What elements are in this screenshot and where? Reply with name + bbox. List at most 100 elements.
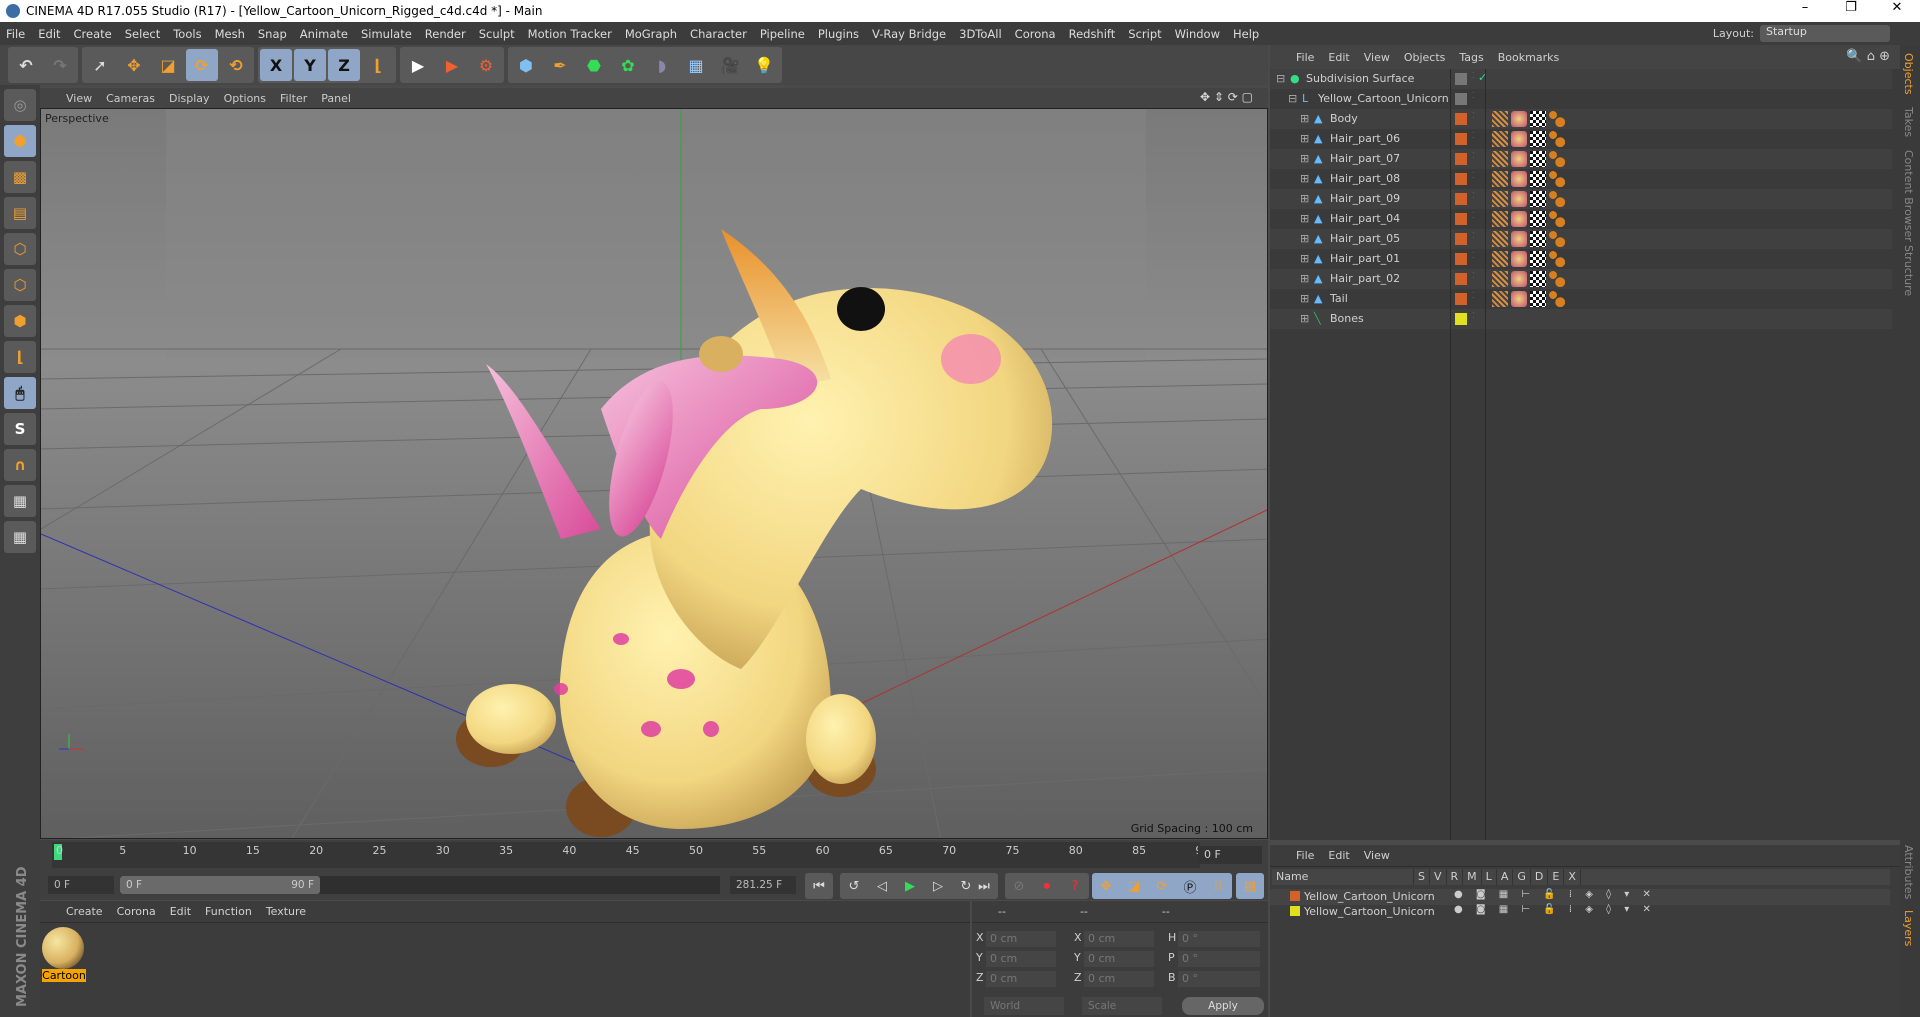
object-row[interactable]: ⊞ ▲ Hair_part_05 ⁚ <box>1270 229 1892 249</box>
select-tool-button[interactable]: ➚ <box>84 49 116 81</box>
y-axis-button[interactable]: Y <box>294 49 326 81</box>
key-position-button[interactable]: ✥ <box>1093 874 1119 898</box>
planar-workplane-button[interactable]: ▦ <box>4 521 36 553</box>
layer-flag-icons[interactable]: ● ◙ ▦ ⊢ 🔓 ⁞ ◈ ◊ ▾ ✕ <box>1454 889 1656 900</box>
expand-toggle-icon[interactable]: ⊞ <box>1300 152 1309 165</box>
phong-tag-icon[interactable] <box>1492 131 1508 147</box>
visibility-dots-icon[interactable]: ⁚ <box>1472 71 1475 80</box>
model-mode-button[interactable]: ⬢ <box>4 125 36 157</box>
size-field[interactable]: 0 cm <box>1084 951 1154 967</box>
viewport-nav-icons[interactable]: ✥ ⇕ ⟳ ▢ <box>1200 90 1253 104</box>
material-tag-icon[interactable] <box>1511 151 1527 167</box>
phong-tag-icon[interactable] <box>1492 251 1508 267</box>
uvw-tag-icon[interactable] <box>1530 191 1546 207</box>
visibility-dots-icon[interactable]: ⁚ <box>1472 171 1475 180</box>
material-tag-icon[interactable] <box>1511 171 1527 187</box>
go-to-end-button[interactable]: ⏭ <box>971 874 997 898</box>
position-field[interactable]: 0 cm <box>986 931 1056 947</box>
layer-row[interactable]: Yellow_Cartoon_Unicorn ● ◙ ▦ ⊢ 🔓 ⁞ ◈ ◊ ▾ … <box>1270 904 1890 920</box>
phong-tag-icon[interactable] <box>1492 171 1508 187</box>
object-row[interactable]: ⊞ ▲ Hair_part_09 ⁚ <box>1270 189 1892 209</box>
phong-tag-icon[interactable] <box>1492 151 1508 167</box>
object-name[interactable]: Hair_part_01 <box>1330 252 1400 265</box>
keyframe-selection-button[interactable]: ? <box>1062 874 1088 898</box>
object-row[interactable]: ⊞ ▲ Hair_part_07 ⁚ <box>1270 149 1892 169</box>
tweak-mode-button[interactable]: 🖱 <box>4 377 36 409</box>
key-parameter-button[interactable]: Ⓟ <box>1177 874 1203 898</box>
weight-tag-icon[interactable] <box>1549 231 1565 247</box>
deformer-button[interactable]: ◗ <box>646 49 678 81</box>
material-tag-icon[interactable] <box>1511 191 1527 207</box>
weight-tag-icon[interactable] <box>1549 111 1565 127</box>
expand-toggle-icon[interactable]: ⊞ <box>1300 232 1309 245</box>
redo-button[interactable]: ↷ <box>44 49 76 81</box>
object-menu-tags[interactable]: Tags <box>1459 51 1483 64</box>
visibility-dots-icon[interactable]: ⁚ <box>1472 191 1475 200</box>
material-tag-icon[interactable] <box>1511 131 1527 147</box>
layer-color-swatch[interactable] <box>1455 193 1467 205</box>
material-tag-icon[interactable] <box>1511 211 1527 227</box>
rotation-field[interactable]: 0 ° <box>1178 951 1260 967</box>
solo-button[interactable]: S <box>4 413 36 445</box>
layer-column-g[interactable]: G <box>1513 869 1531 885</box>
frame-range-slider[interactable]: 0 F 90 F <box>120 876 720 894</box>
menu-animate[interactable]: Animate <box>300 27 348 41</box>
autokey-button[interactable]: ⏺ <box>1034 874 1060 898</box>
object-name[interactable]: Tail <box>1330 292 1348 305</box>
object-name[interactable]: Subdivision Surface <box>1306 72 1414 85</box>
record-disabled-button[interactable]: ⊘ <box>1006 874 1032 898</box>
camera-button[interactable]: 🎥 <box>714 49 746 81</box>
axis-mode-button[interactable]: ⌊ <box>4 341 36 373</box>
go-to-previous-key-button[interactable]: ↺ <box>841 874 867 898</box>
layer-name[interactable]: Yellow_Cartoon_Unicorn <box>1304 905 1435 918</box>
material-cartoon[interactable]: Cartoon <box>42 927 86 982</box>
phong-tag-icon[interactable] <box>1492 111 1508 127</box>
material-menu-edit[interactable]: Edit <box>170 905 191 918</box>
viewport-menu-view[interactable]: View <box>66 92 92 105</box>
object-name[interactable]: Hair_part_08 <box>1330 172 1400 185</box>
points-mode-button[interactable]: ⬡ <box>4 233 36 265</box>
make-editable-button[interactable]: ◎ <box>4 89 36 121</box>
layer-column-s[interactable]: S <box>1414 869 1430 885</box>
layer-color-swatch[interactable] <box>1290 906 1300 916</box>
viewport-menu-options[interactable]: Options <box>224 92 266 105</box>
object-row[interactable]: ⊞ ▲ Hair_part_06 ⁚ <box>1270 129 1892 149</box>
material-menu-texture[interactable]: Texture <box>266 905 306 918</box>
previous-frame-button[interactable]: ◁ <box>869 874 895 898</box>
timeline-ruler[interactable]: 051015202530354045505560657075808590 <box>52 842 1209 868</box>
coordinate-system-button[interactable]: ⌊ <box>362 49 394 81</box>
object-name[interactable]: Hair_part_02 <box>1330 272 1400 285</box>
layer-column-m[interactable]: M <box>1463 869 1482 885</box>
current-frame-field[interactable]: 0 F <box>1198 846 1262 864</box>
phong-tag-icon[interactable] <box>1492 271 1508 287</box>
object-row[interactable]: ⊞ ▲ Hair_part_02 ⁚ <box>1270 269 1892 289</box>
scale-tool-button[interactable]: ◪ <box>152 49 184 81</box>
tab-takes[interactable]: Takes <box>1902 107 1915 137</box>
uvw-tag-icon[interactable] <box>1530 291 1546 307</box>
layer-column-l[interactable]: L <box>1482 869 1497 885</box>
floor-button[interactable]: ▦ <box>680 49 712 81</box>
weight-tag-icon[interactable] <box>1549 251 1565 267</box>
expand-toggle-icon[interactable]: ⊟ <box>1288 92 1297 105</box>
object-name[interactable]: Hair_part_04 <box>1330 212 1400 225</box>
render-settings-button[interactable]: ⚙ <box>470 49 502 81</box>
end-frame-field[interactable]: 281.25 F <box>730 876 796 894</box>
layer-column-a[interactable]: A <box>1497 869 1514 885</box>
layer-menu-file[interactable]: File <box>1296 849 1314 862</box>
object-name[interactable]: Yellow_Cartoon_Unicorn <box>1318 92 1449 105</box>
menu-v-ray-bridge[interactable]: V-Ray Bridge <box>872 27 946 41</box>
menu-3dtoall[interactable]: 3DToAll <box>959 27 1002 41</box>
phong-tag-icon[interactable] <box>1492 191 1508 207</box>
object-name[interactable]: Hair_part_05 <box>1330 232 1400 245</box>
uvw-tag-icon[interactable] <box>1530 251 1546 267</box>
object-menu-file[interactable]: File <box>1296 51 1314 64</box>
layer-color-swatch[interactable] <box>1455 213 1467 225</box>
layer-color-swatch[interactable] <box>1455 313 1467 325</box>
visibility-dots-icon[interactable]: ⁚ <box>1472 211 1475 220</box>
layer-color-swatch[interactable] <box>1455 73 1467 85</box>
layer-color-swatch[interactable] <box>1455 133 1467 145</box>
position-field[interactable]: 0 cm <box>986 951 1056 967</box>
uvw-tag-icon[interactable] <box>1530 151 1546 167</box>
viewport-menu-cameras[interactable]: Cameras <box>106 92 155 105</box>
visibility-dots-icon[interactable]: ⁚ <box>1472 111 1475 120</box>
